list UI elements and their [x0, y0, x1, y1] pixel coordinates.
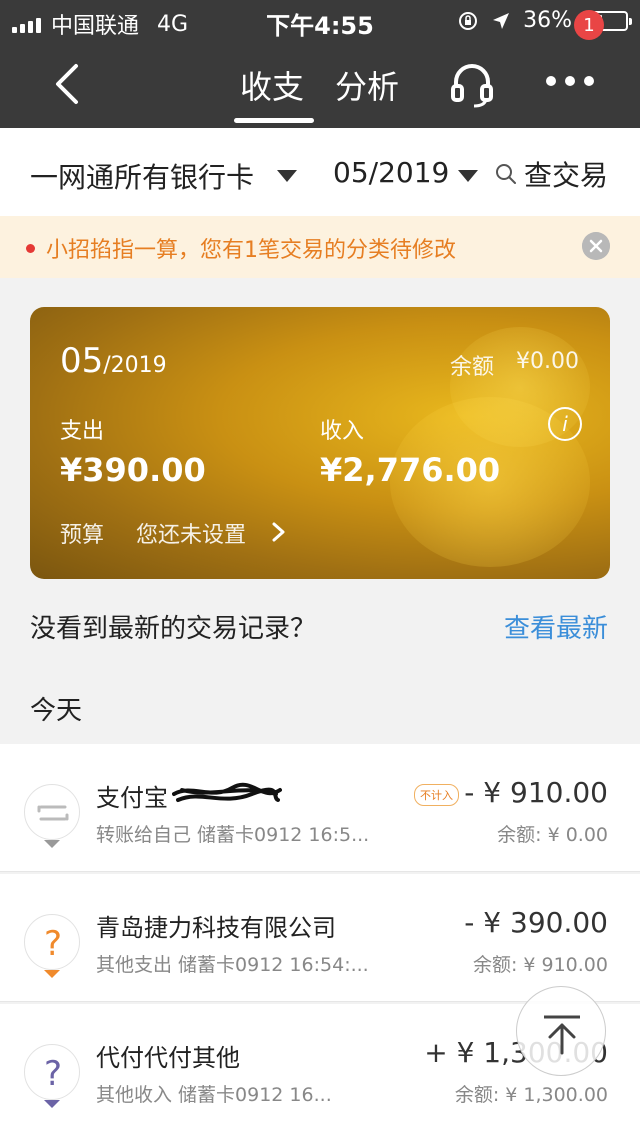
more-menu-icon[interactable]: [546, 76, 596, 92]
chevron-down-icon[interactable]: [458, 170, 478, 182]
budget-label: 预算: [60, 523, 105, 548]
balance-value: ¥0.00: [516, 349, 579, 374]
back-icon[interactable]: [50, 62, 90, 106]
income-value: ¥2,776.00: [320, 451, 501, 489]
transaction-row[interactable]: ? 青岛捷力科技有限公司 其他支出 储蓄卡0912 16:54:... - ¥ …: [0, 874, 640, 1002]
view-latest-link[interactable]: 查看最新: [504, 608, 608, 645]
balance-label: 余额: [450, 355, 495, 380]
account-selector[interactable]: 一网通所有银行卡: [30, 156, 254, 196]
transaction-balance: 余额: ¥ 0.00: [497, 824, 608, 846]
category-marker: [44, 840, 60, 848]
filter-bar: 一网通所有银行卡 05/2019 查交易: [0, 128, 640, 216]
transaction-details: 转账给自己 储蓄卡0912 16:5...: [96, 824, 370, 846]
category-marker: [44, 1100, 60, 1108]
category-marker: [44, 970, 60, 978]
customer-service-icon[interactable]: [448, 60, 496, 108]
active-tab-indicator: [234, 118, 314, 123]
excluded-tag: 不计入: [414, 784, 459, 806]
transaction-balance: 余额: ¥ 910.00: [472, 954, 608, 976]
notification-badge: 1: [574, 10, 604, 40]
transaction-name: 代付代付其他: [96, 1044, 240, 1072]
monthly-summary-card: 05/2019 余额 ¥0.00 i 支出 ¥390.00 收入 ¥2,776.…: [30, 307, 610, 579]
transaction-amount: - ¥ 910.00: [464, 776, 608, 809]
income-label: 收入: [320, 419, 365, 444]
budget-setting-link[interactable]: 您还未设置: [136, 517, 246, 549]
month-selector[interactable]: 05/2019: [333, 156, 449, 189]
transaction-details: 其他收入 储蓄卡0912 16...: [96, 1084, 332, 1106]
transaction-details: 其他支出 储蓄卡0912 16:54:...: [96, 954, 369, 976]
scroll-to-top-button[interactable]: [516, 986, 606, 1076]
nav-bar: 收支 分析: [0, 40, 640, 128]
transaction-amount: - ¥ 390.00: [464, 906, 608, 939]
svg-text:?: ?: [44, 1054, 62, 1094]
transaction-balance: 余额: ¥ 1,300.00: [454, 1084, 608, 1106]
chevron-right-icon[interactable]: [268, 521, 288, 543]
notice-text: 小招掐指一算，您有1笔交易的分类待修改: [46, 238, 456, 263]
section-header-today: 今天: [30, 696, 83, 726]
chevron-down-icon[interactable]: [277, 170, 297, 182]
transaction-name: 青岛捷力科技有限公司: [96, 914, 336, 942]
expense-value: ¥390.00: [60, 451, 206, 489]
notice-dot-icon: [26, 244, 35, 253]
search-label: 查交易: [524, 159, 609, 192]
svg-text:?: ?: [44, 924, 62, 964]
search-icon: [496, 164, 516, 184]
transfer-icon: [24, 784, 80, 840]
redaction-scribble: [172, 782, 282, 802]
status-bar: 中国联通 4G 下午4:55 36%: [0, 0, 640, 40]
arrow-up-icon: [544, 1015, 580, 1055]
tab-analysis[interactable]: 分析: [335, 62, 399, 108]
latest-records-prompt: 没看到最新的交易记录？: [30, 614, 317, 644]
transaction-name: 支付宝: [96, 784, 168, 812]
summary-month: 05/2019: [60, 341, 167, 381]
orientation-lock-icon: [459, 11, 478, 30]
info-icon[interactable]: i: [548, 407, 582, 441]
transaction-row[interactable]: 支付宝 不计入 转账给自己 储蓄卡0912 16:5... - ¥ 910.00…: [0, 744, 640, 872]
battery-percent: 36%: [523, 8, 572, 33]
question-mark-icon: ?: [24, 1044, 80, 1100]
location-icon: [493, 12, 510, 29]
question-mark-icon: ?: [24, 914, 80, 970]
expense-label: 支出: [60, 419, 105, 444]
tab-income-expense[interactable]: 收支: [240, 62, 304, 108]
search-transactions-button[interactable]: 查交易: [494, 154, 608, 194]
close-icon[interactable]: [582, 232, 610, 260]
top-bar: 中国联通 4G 下午4:55 36% 收支 分析 1: [0, 0, 640, 128]
notice-banner[interactable]: 小招掐指一算，您有1笔交易的分类待修改: [0, 216, 640, 278]
